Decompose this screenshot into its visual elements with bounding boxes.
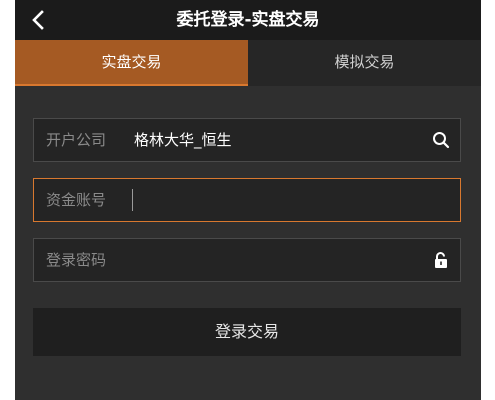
account-input[interactable]: [138, 179, 442, 223]
company-field[interactable]: 开户公司 格林大华_恒生: [33, 118, 461, 162]
company-label: 开户公司: [46, 131, 107, 149]
password-field[interactable]: 登录密码: [33, 238, 461, 283]
login-button[interactable]: 登录交易: [33, 308, 461, 356]
text-cursor: [132, 189, 133, 211]
unlock-icon[interactable]: [432, 251, 450, 269]
login-screen: 委托登录-实盘交易 实盘交易 模拟交易 开户公司 格林大华_恒生 资金账号 登录…: [15, 0, 481, 400]
account-label: 资金账号: [46, 191, 107, 209]
password-input[interactable]: [138, 239, 442, 283]
page-title: 委托登录-实盘交易: [176, 10, 320, 30]
tab-live-trading[interactable]: 实盘交易: [15, 40, 248, 86]
account-field[interactable]: 资金账号: [33, 178, 461, 223]
trade-mode-tabs: 实盘交易 模拟交易: [15, 40, 481, 86]
password-label: 登录密码: [46, 251, 107, 269]
company-value: 格林大华_恒生: [134, 131, 232, 149]
title-bar: 委托登录-实盘交易: [15, 0, 481, 40]
tab-simulated-trading[interactable]: 模拟交易: [248, 40, 481, 86]
search-icon[interactable]: [432, 131, 450, 149]
